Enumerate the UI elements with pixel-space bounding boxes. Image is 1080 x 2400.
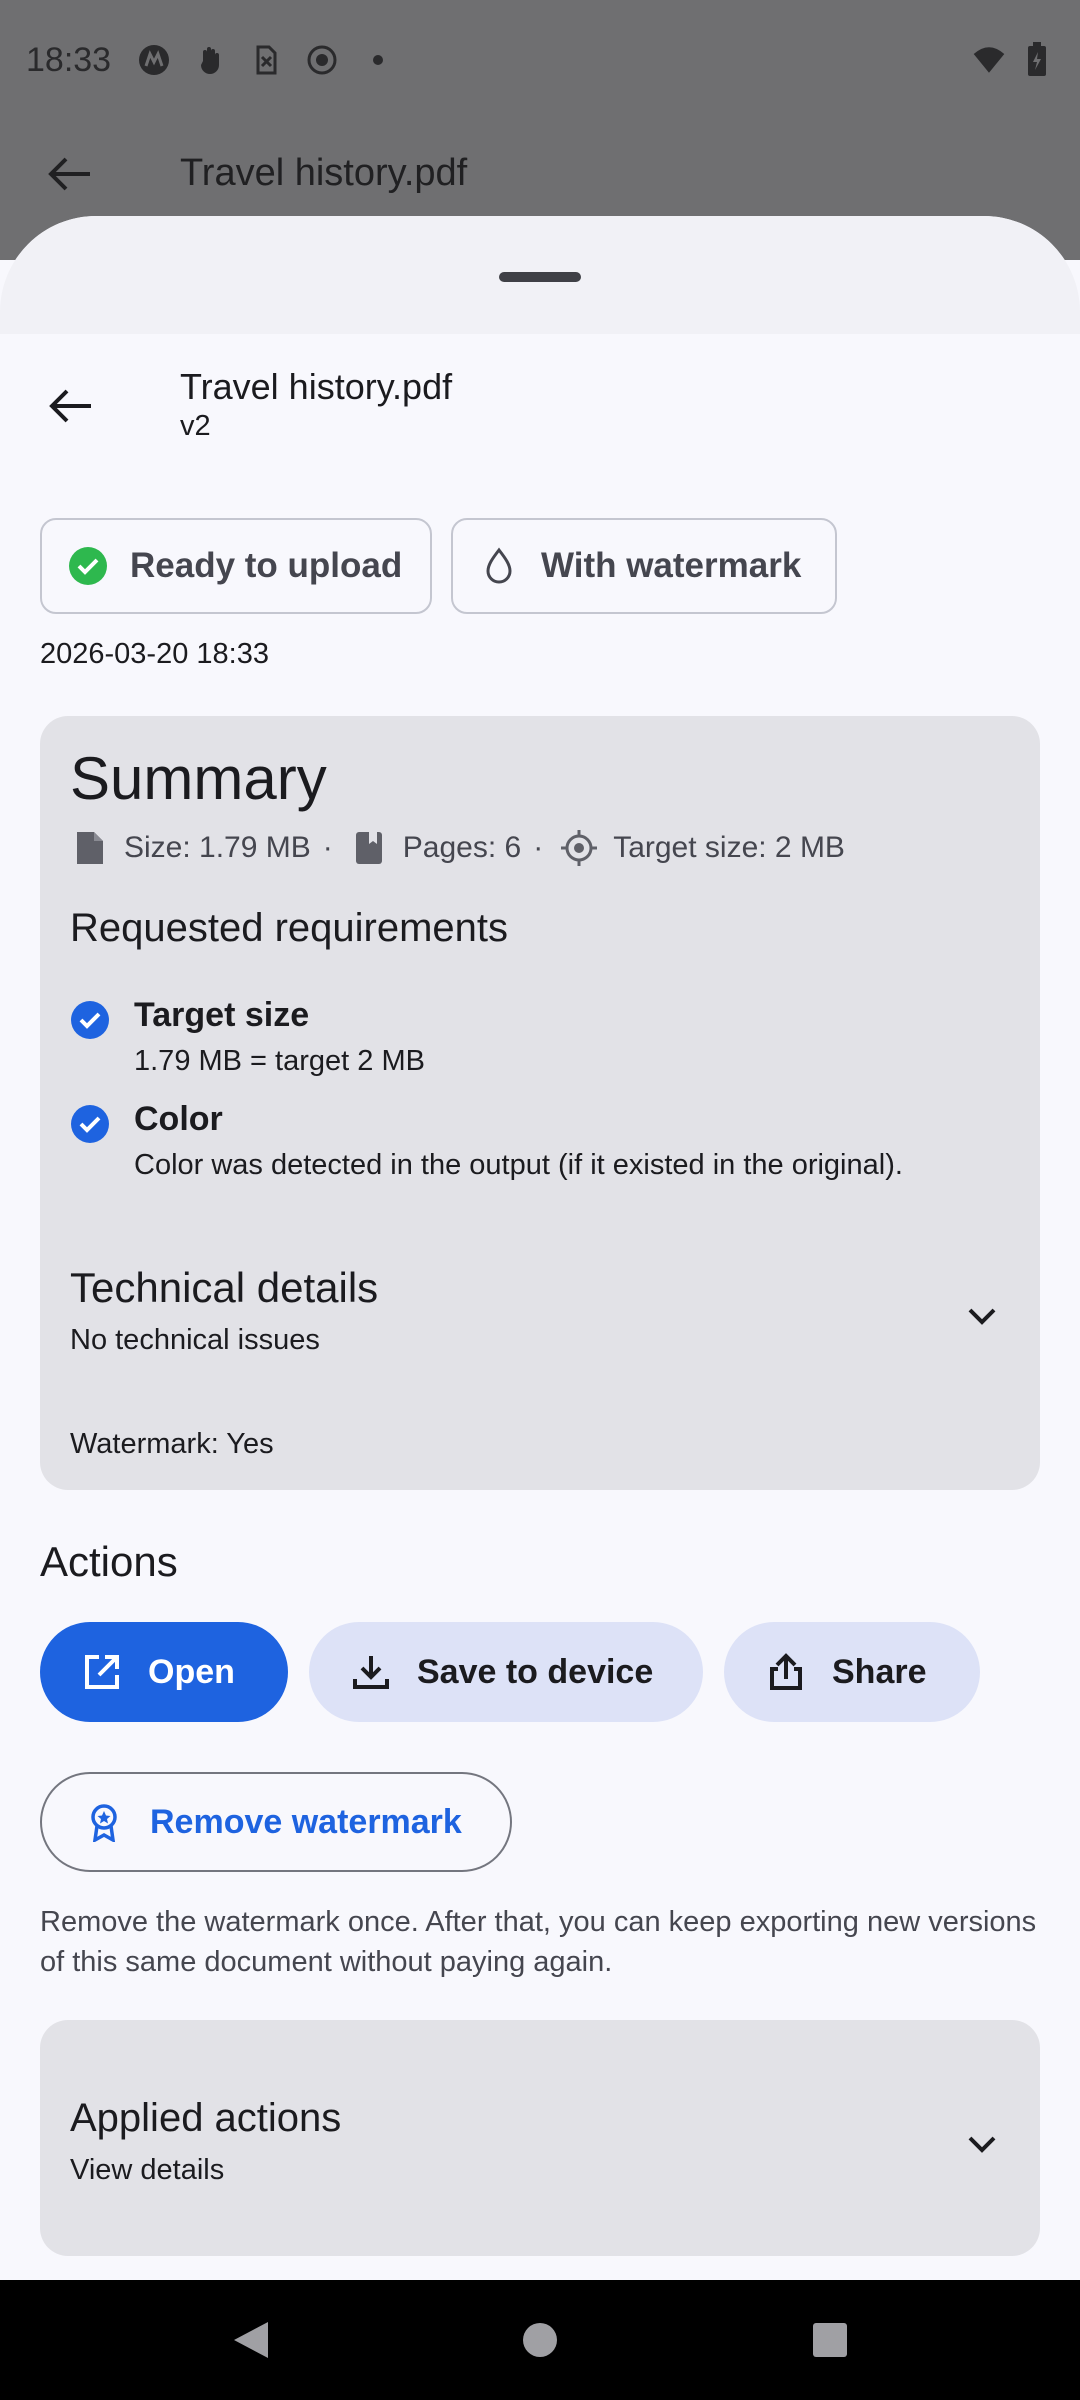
award-badge-icon	[91, 1804, 117, 1842]
save-label: Save to device	[417, 1652, 654, 1691]
actions-title: Actions	[40, 1538, 178, 1585]
background-app-bar	[0, 140, 1080, 212]
open-external-icon	[82, 1652, 122, 1692]
book-icon	[349, 828, 389, 868]
square-recents-icon	[813, 2323, 847, 2357]
requirement-color: Color Color was detected in the output (…	[70, 1100, 903, 1182]
requirement-target-size: Target size 1.79 MB = target 2 MB	[70, 996, 425, 1078]
technical-details-sub: No technical issues	[70, 1324, 320, 1356]
circle-home-icon	[523, 2323, 557, 2357]
summary-card: Summary Size: 1.79 MB · Pages: 6 · Targe…	[40, 716, 1040, 1490]
background-back-arrow-icon	[46, 154, 92, 199]
separator: ·	[533, 831, 544, 864]
with-watermark-chip[interactable]: With watermark	[451, 518, 837, 614]
motorola-icon	[137, 43, 171, 77]
sim-off-icon	[249, 43, 283, 77]
bottom-sheet: Travel history.pdf v2 Ready to upload Wi…	[0, 216, 1080, 2280]
share-icon	[766, 1652, 806, 1692]
chip-label: With watermark	[541, 546, 802, 585]
watermark-status: Watermark: Yes	[70, 1428, 274, 1460]
battery-icon	[1020, 42, 1054, 77]
pages-text: Pages: 6	[402, 831, 522, 864]
navigation-bar	[0, 2280, 1080, 2400]
notification-dot-icon	[361, 43, 395, 77]
download-icon	[351, 1652, 391, 1692]
separator: ·	[322, 831, 333, 864]
document-version: v2	[180, 410, 211, 442]
timestamp: 2026-03-20 18:33	[40, 638, 269, 670]
back-button[interactable]	[42, 378, 98, 434]
applied-actions-card[interactable]: Applied actions View details	[40, 2020, 1040, 2256]
requirement-label: Target size	[134, 996, 310, 1034]
requirement-desc: 1.79 MB = target 2 MB	[134, 1045, 425, 1077]
size-text: Size: 1.79 MB	[124, 831, 311, 864]
chevron-down-icon[interactable]	[962, 1296, 1002, 1336]
applied-actions-sub: View details	[70, 2154, 225, 2186]
summary-title: Summary	[70, 745, 327, 812]
requirement-label: Color	[134, 1100, 223, 1138]
remove-watermark-description: Remove the watermark once. After that, y…	[40, 1906, 1037, 1978]
wifi-icon	[972, 43, 1006, 77]
summary-meta: Size: 1.79 MB · Pages: 6 · Target size: …	[70, 828, 857, 868]
share-button[interactable]: Share	[724, 1622, 980, 1722]
focus-icon	[305, 43, 339, 77]
save-to-device-button[interactable]: Save to device	[309, 1622, 703, 1722]
target-size-text: Target size: 2 MB	[613, 831, 845, 864]
share-label: Share	[832, 1652, 927, 1691]
nav-recents-button[interactable]	[808, 2318, 852, 2362]
status-bar: 18:33	[0, 0, 1080, 120]
open-button[interactable]: Open	[40, 1622, 288, 1722]
check-circle-icon	[71, 1105, 109, 1143]
check-circle-icon	[71, 1001, 109, 1039]
requirement-desc: Color was detected in the output (if it …	[134, 1149, 903, 1181]
water-drop-icon	[486, 547, 512, 584]
status-time: 18:33	[26, 40, 112, 79]
applied-actions-title: Applied actions	[70, 2096, 342, 2140]
chevron-down-icon[interactable]	[962, 2124, 1002, 2164]
ready-to-upload-chip[interactable]: Ready to upload	[40, 518, 432, 614]
check-circle-icon	[69, 547, 107, 585]
nav-back-button[interactable]	[228, 2318, 272, 2362]
background-title: Travel history.pdf	[180, 152, 468, 194]
target-icon	[559, 828, 599, 868]
hand-icon	[193, 43, 227, 77]
document-title: Travel history.pdf	[180, 366, 453, 407]
drag-handle[interactable]	[499, 272, 581, 282]
file-icon	[70, 828, 110, 868]
remove-watermark-button[interactable]: Remove watermark	[40, 1772, 512, 1872]
requirements-title: Requested requirements	[70, 906, 509, 950]
chip-label: Ready to upload	[130, 546, 403, 585]
open-label: Open	[148, 1652, 235, 1691]
back-arrow-icon	[49, 389, 91, 423]
nav-home-button[interactable]	[518, 2318, 562, 2362]
technical-details-title[interactable]: Technical details	[70, 1264, 378, 1312]
triangle-back-icon	[234, 2322, 268, 2358]
remove-watermark-label: Remove watermark	[150, 1802, 462, 1841]
